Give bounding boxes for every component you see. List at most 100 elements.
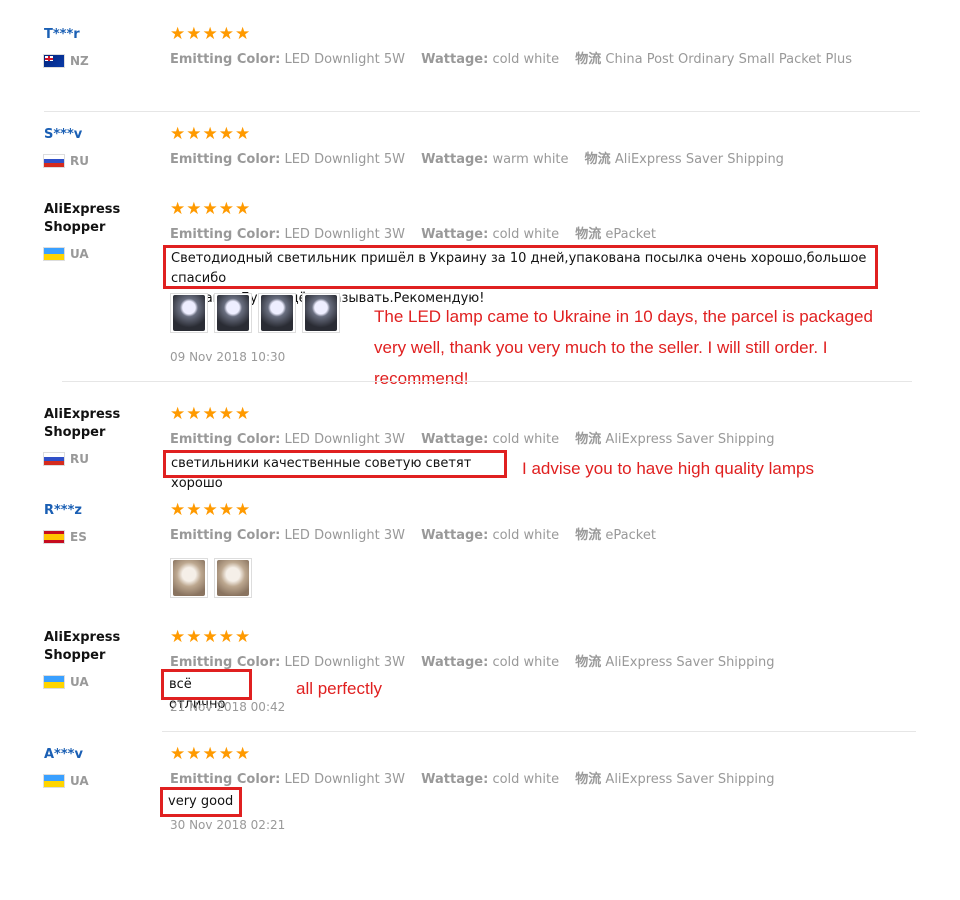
star-icon: ★ xyxy=(170,124,186,144)
star-icon: ★ xyxy=(202,500,218,520)
reviewer-country: UA xyxy=(44,247,89,261)
photo-image xyxy=(261,295,293,331)
emitting-color-label: Emitting Color: xyxy=(170,52,281,67)
reviewer-name[interactable]: A***v xyxy=(44,746,154,764)
country-code: NZ xyxy=(70,54,89,68)
star-icon: ★ xyxy=(235,500,251,520)
wattage-label: Wattage: xyxy=(421,432,489,447)
reviewer-country: UA xyxy=(44,774,89,788)
star-icon: ★ xyxy=(186,627,202,647)
shipping-label: 物流 xyxy=(575,52,602,67)
wattage-value: cold white xyxy=(492,655,560,670)
star-icon: ★ xyxy=(186,404,202,424)
star-icon: ★ xyxy=(235,404,251,424)
ua-flag-icon xyxy=(44,775,64,787)
country-code: UA xyxy=(70,675,89,689)
wattage-value: cold white xyxy=(492,52,560,67)
rating-stars: ★ ★ ★ ★ ★ xyxy=(170,629,250,646)
wattage-label: Wattage: xyxy=(421,655,489,670)
review-text-line: very good xyxy=(168,794,234,809)
star-icon: ★ xyxy=(218,24,234,44)
star-icon: ★ xyxy=(170,24,186,44)
rating-stars: ★ ★ ★ ★ ★ xyxy=(170,746,250,763)
wattage-value: cold white xyxy=(492,432,560,447)
wattage-label: Wattage: xyxy=(421,152,489,167)
ua-flag-icon xyxy=(44,676,64,688)
star-icon: ★ xyxy=(202,124,218,144)
photo-image xyxy=(173,295,205,331)
photo-image xyxy=(217,560,249,596)
shipping-value: AliExpress Saver Shipping xyxy=(605,432,775,447)
review-photo-thumbnail[interactable] xyxy=(302,293,340,333)
ua-flag-icon xyxy=(44,248,64,260)
emitting-color-label: Emitting Color: xyxy=(170,227,281,242)
shipping-value: China Post Ordinary Small Packet Plus xyxy=(605,52,852,67)
country-code: UA xyxy=(70,247,89,261)
reviewer-name[interactable]: R***z xyxy=(44,502,154,520)
wattage-label: Wattage: xyxy=(421,227,489,242)
ru-flag-icon xyxy=(44,453,64,465)
photo-image xyxy=(173,560,205,596)
star-icon: ★ xyxy=(170,199,186,219)
rating-stars: ★ ★ ★ ★ ★ xyxy=(170,126,250,143)
review-divider xyxy=(162,731,916,732)
star-icon: ★ xyxy=(170,744,186,764)
emitting-color-value: LED Downlight 3W xyxy=(284,227,405,242)
reviewer-country: NZ xyxy=(44,54,89,68)
emitting-color-value: LED Downlight 3W xyxy=(284,528,405,543)
star-icon: ★ xyxy=(202,199,218,219)
reviewer-name[interactable]: S***v xyxy=(44,126,154,144)
translation-line: recommend! xyxy=(374,369,469,388)
shipping-label: 物流 xyxy=(575,432,602,447)
review-photo-thumbnail[interactable] xyxy=(170,558,208,598)
reviewer-country: ES xyxy=(44,530,87,544)
review-photo-thumbnail[interactable] xyxy=(214,293,252,333)
review-photo-thumbnail[interactable] xyxy=(170,293,208,333)
star-icon: ★ xyxy=(202,744,218,764)
star-icon: ★ xyxy=(202,24,218,44)
wattage-value: cold white xyxy=(492,772,560,787)
star-icon: ★ xyxy=(218,500,234,520)
star-icon: ★ xyxy=(202,404,218,424)
star-icon: ★ xyxy=(218,627,234,647)
review-meta: Emitting Color: LED Downlight 5W Wattage… xyxy=(170,148,784,167)
country-code: RU xyxy=(70,154,89,168)
review-photo-thumbnail[interactable] xyxy=(258,293,296,333)
reviewer-country: RU xyxy=(44,452,89,466)
shipping-label: 物流 xyxy=(584,152,611,167)
review-photos xyxy=(170,558,252,598)
wattage-value: cold white xyxy=(492,227,560,242)
emitting-color-value: LED Downlight 3W xyxy=(284,772,405,787)
translation-line: very well, thank you very much to the se… xyxy=(374,338,828,357)
country-code: RU xyxy=(70,452,89,466)
review-text-box: всё отлично xyxy=(161,669,252,712)
reviewer-name[interactable]: T***r xyxy=(44,26,154,44)
star-icon: ★ xyxy=(235,24,251,44)
star-icon: ★ xyxy=(218,744,234,764)
star-icon: ★ xyxy=(186,500,202,520)
wattage-label: Wattage: xyxy=(421,528,489,543)
star-icon: ★ xyxy=(186,124,202,144)
shipping-value: AliExpress Saver Shipping xyxy=(605,772,775,787)
shipping-value: AliExpress Saver Shipping xyxy=(614,152,784,167)
review-photo-thumbnail[interactable] xyxy=(214,558,252,598)
translation-annotation: all perfectly xyxy=(296,673,496,704)
emitting-color-value: LED Downlight 5W xyxy=(284,52,405,67)
review-meta: Emitting Color: LED Downlight 3W Wattage… xyxy=(170,524,656,543)
country-code: ES xyxy=(70,530,87,544)
review-text-box: светильники качественные советую светят … xyxy=(163,450,507,491)
shipping-label: 物流 xyxy=(575,655,602,670)
review-text-box: very good xyxy=(160,787,242,817)
emitting-color-label: Emitting Color: xyxy=(170,432,281,447)
review-meta: Emitting Color: LED Downlight 3W Wattage… xyxy=(170,223,656,242)
star-icon: ★ xyxy=(218,199,234,219)
reviewer-country: UA xyxy=(44,675,89,689)
shipping-value: ePacket xyxy=(605,227,656,242)
star-icon: ★ xyxy=(218,124,234,144)
emitting-color-label: Emitting Color: xyxy=(170,772,281,787)
emitting-color-label: Emitting Color: xyxy=(170,655,281,670)
ru-flag-icon xyxy=(44,155,64,167)
reviewer-name: AliExpress Shopper xyxy=(44,202,121,235)
star-icon: ★ xyxy=(235,627,251,647)
star-icon: ★ xyxy=(170,500,186,520)
